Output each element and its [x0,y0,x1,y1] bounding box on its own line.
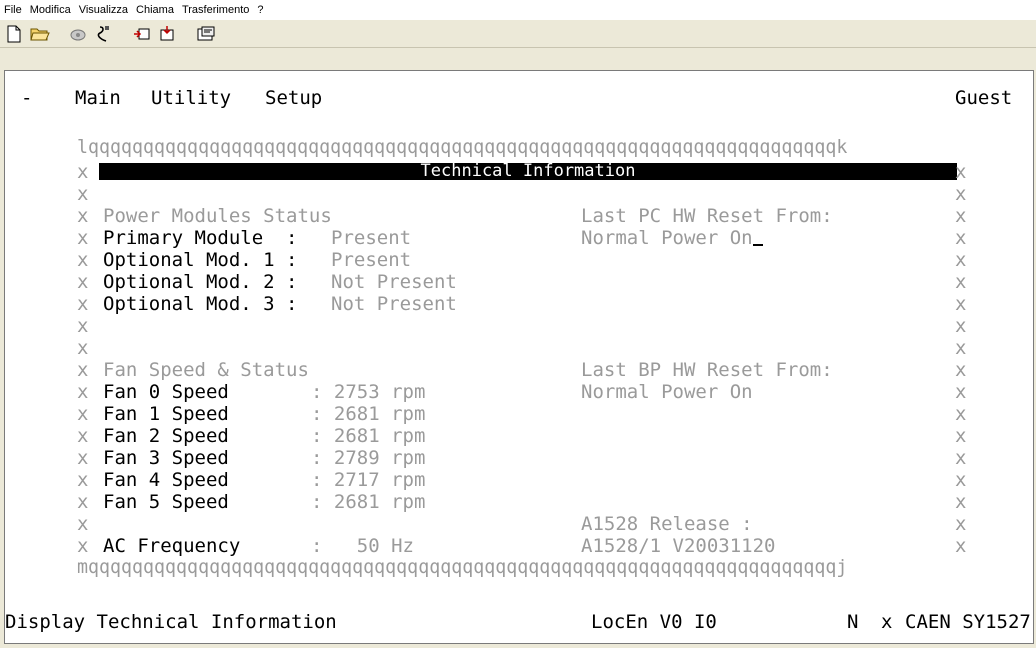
power-value-opt2: Not Present [331,271,457,293]
bottom-border: mqqqqqqqqqqqqqqqqqqqqqqqqqqqqqqqqqqqqqqq… [77,557,848,578]
border-char: x [77,513,89,535]
power-label-primary: Primary Module : [103,227,298,249]
border-char: x [955,425,967,447]
fan-heading: Fan Speed & Status [103,359,309,381]
power-value-opt3: Not Present [331,293,457,315]
menu-trasferimento[interactable]: Trasferimento [178,0,253,20]
border-char: x [77,205,89,227]
fan-label-5: Fan 5 Speed [103,491,229,513]
border-char: x [955,381,967,403]
fan-value-1: : 2681 rpm [311,403,426,425]
fan-label-4: Fan 4 Speed [103,469,229,491]
header-dash: - [21,87,33,109]
fan-label-1: Fan 1 Speed [103,403,229,425]
text-cursor [752,244,763,246]
border-char: x [955,315,967,337]
menu-setup[interactable]: Setup [265,87,322,109]
border-char: x [955,227,967,249]
send-icon[interactable] [132,24,152,44]
border-char: x [955,447,967,469]
fan-label-0: Fan 0 Speed [103,381,229,403]
menu-bar: File Modifica Visualizza Chiama Trasferi… [0,0,1036,21]
panel-title: Technical Information [99,163,957,180]
terminal-screen: - Main Utility Setup Guest lqqqqqqqqqqqq… [5,71,1033,643]
ac-label: AC Frequency [103,535,241,557]
top-border: lqqqqqqqqqqqqqqqqqqqqqqqqqqqqqqqqqqqqqqq… [77,137,848,158]
menu-file[interactable]: File [0,0,26,20]
bp-reset-heading: Last BP HW Reset From: [581,359,833,381]
border-char: x [955,535,967,557]
border-char: x [77,293,89,315]
border-char: x [955,491,967,513]
disconnect-icon[interactable] [94,24,114,44]
menu-utility[interactable]: Utility [151,87,231,109]
menu-modifica[interactable]: Modifica [26,0,75,20]
pc-reset-value: Normal Power On [581,227,763,249]
open-folder-icon[interactable] [30,24,50,44]
menu-chiama[interactable]: Chiama [132,0,178,20]
border-char: x [955,293,967,315]
border-char: x [77,535,89,557]
border-char: x [77,381,89,403]
border-char: x [77,271,89,293]
fan-value-5: : 2681 rpm [311,491,426,513]
border-char: x [77,359,89,381]
border-char: x [77,469,89,491]
power-value-primary: Present [331,227,412,249]
power-heading: Power Modules Status [103,205,332,227]
border-char: x [77,227,89,249]
border-char: x [955,161,967,183]
fan-value-0: : 2753 rpm [311,381,426,403]
border-char: x [955,513,967,535]
border-char: x [77,403,89,425]
border-char: x [955,183,967,205]
fan-label-2: Fan 2 Speed [103,425,229,447]
power-label-opt2: Optional Mod. 2 : [103,271,298,293]
user-label: Guest [955,87,1013,109]
border-char: x [77,425,89,447]
border-char: x [955,403,967,425]
border-char: x [955,271,967,293]
border-char: x [77,491,89,513]
border-char: x [77,337,89,359]
border-char: x [77,161,89,183]
fan-value-2: : 2681 rpm [311,425,426,447]
release-value: A1528/1 V20031120 [581,535,776,557]
receive-icon[interactable] [158,24,178,44]
power-label-opt1: Optional Mod. 1 : [103,249,298,271]
border-char: x [955,359,967,381]
properties-icon[interactable] [196,24,216,44]
fan-value-3: : 2789 rpm [311,447,426,469]
pc-reset-text: Normal Power On [581,227,753,249]
fan-value-4: : 2717 rpm [311,469,426,491]
toolbar [0,20,1036,48]
power-value-opt1: Present [331,249,412,271]
border-char: x [955,469,967,491]
release-heading: A1528 Release : [581,513,753,535]
border-char: x [955,337,967,359]
device-name: CAEN SY1527 [905,611,1031,633]
menu-main[interactable]: Main [75,87,121,109]
border-char: x [77,249,89,271]
fan-label-3: Fan 3 Speed [103,447,229,469]
border-char: x [77,447,89,469]
power-label-opt3: Optional Mod. 3 : [103,293,298,315]
border-char: x [955,249,967,271]
border-char: x [77,315,89,337]
border-char: x [955,205,967,227]
terminal-window[interactable]: - Main Utility Setup Guest lqqqqqqqqqqqq… [4,70,1034,644]
status-separator: x [881,611,893,633]
bp-reset-value: Normal Power On [581,381,753,403]
status-mode: LocEn V0 I0 [591,611,717,633]
menu-help[interactable]: ? [253,0,267,20]
status-message: Display Technical Information [5,611,337,633]
status-flag: N [847,611,859,633]
call-icon[interactable] [68,24,88,44]
ac-value: : 50 Hz [311,535,414,557]
menu-visualizza[interactable]: Visualizza [75,0,132,20]
border-char: x [77,183,89,205]
pc-reset-heading: Last PC HW Reset From: [581,205,833,227]
new-file-icon[interactable] [4,24,24,44]
